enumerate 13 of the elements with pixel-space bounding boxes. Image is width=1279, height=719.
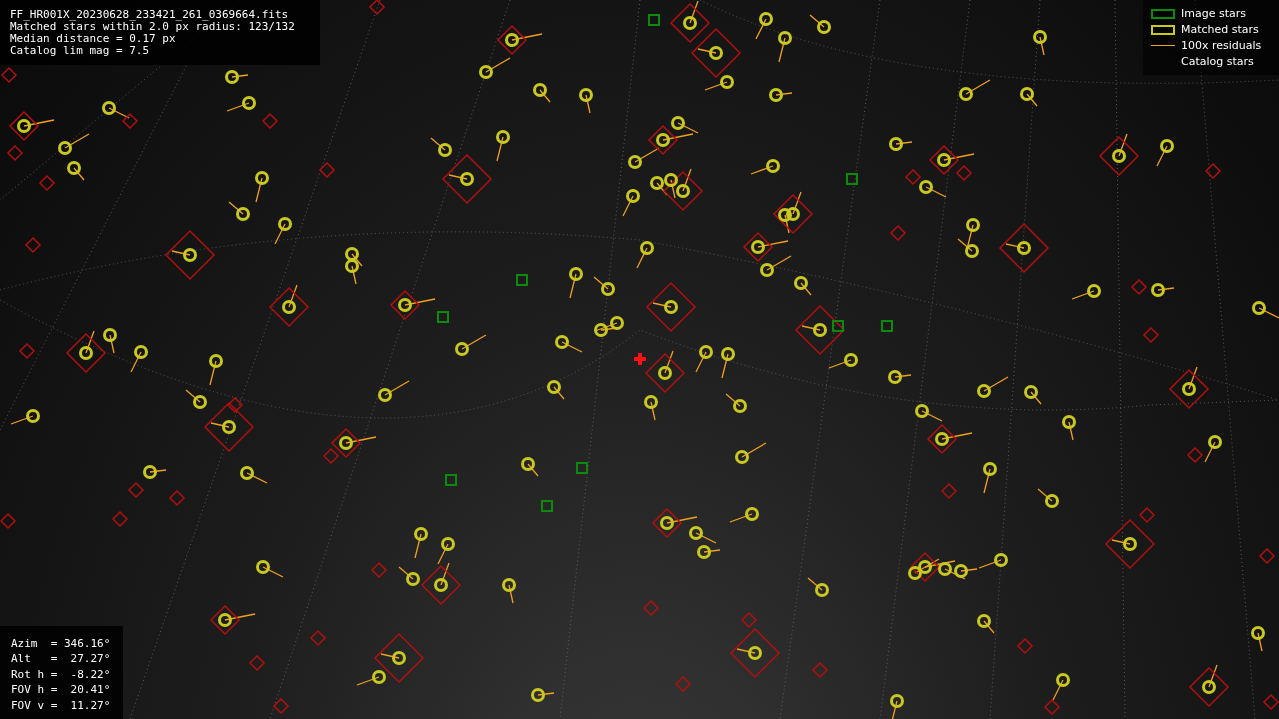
- pointing-line: FOV v = 11.27°: [11, 697, 112, 713]
- info-line: Catalog lim mag = 7.5: [10, 45, 151, 57]
- info-line: Matched stars within 2.0 px radius: 123/132: [10, 21, 296, 33]
- legend-label: Matched stars: [1181, 23, 1259, 36]
- legend-label: Image stars: [1181, 7, 1246, 20]
- info-line: FF_HR001X_20230628_233421_261_0369664.fits: [10, 9, 290, 21]
- pointing-line: Azim = 346.16°: [11, 635, 112, 651]
- pointing-line: FOV h = 20.41°: [11, 682, 112, 698]
- info-line: Median distance = 0.17 px: [10, 33, 177, 45]
- legend-label: 100x residuals: [1181, 39, 1262, 52]
- pointing-line: Rot h = -8.22°: [11, 666, 112, 682]
- pointing-line: Alt = 27.27°: [11, 651, 112, 667]
- legend-label: Catalog stars: [1181, 55, 1254, 68]
